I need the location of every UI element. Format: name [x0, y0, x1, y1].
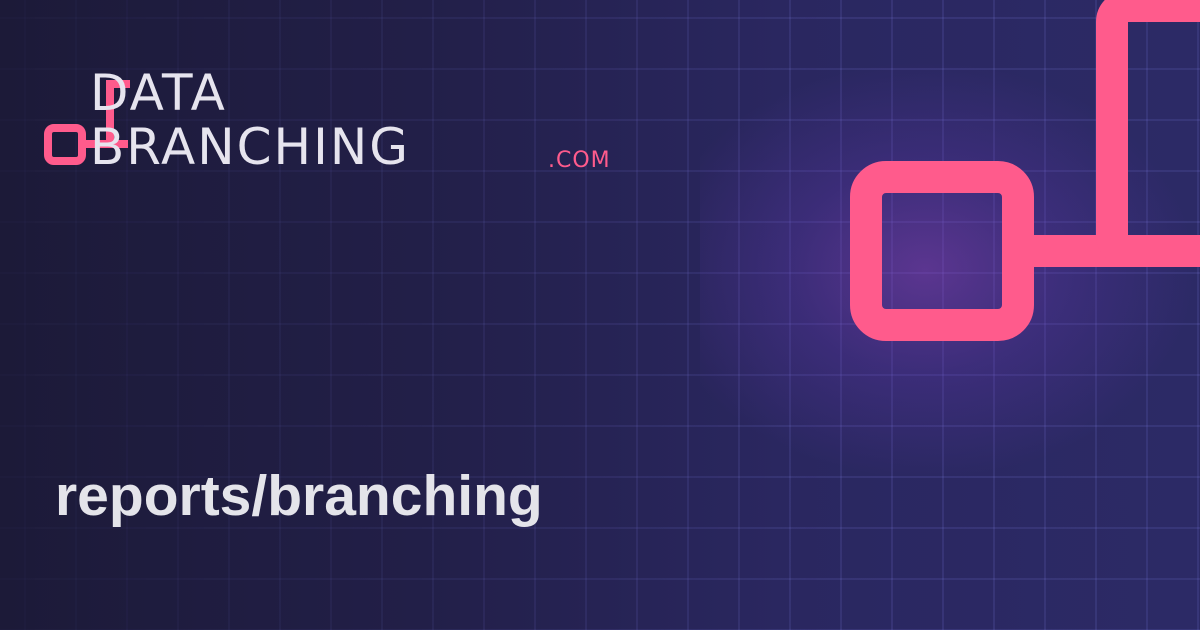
logo-word-data: DATA [90, 64, 227, 122]
page-path: reports/branching [55, 464, 543, 528]
logo-word-branching: BRANCHING [90, 118, 411, 176]
social-card: DATA BRANCHING .COM reports/branching [0, 0, 1200, 630]
logo-domain-suffix: .COM [548, 148, 611, 173]
